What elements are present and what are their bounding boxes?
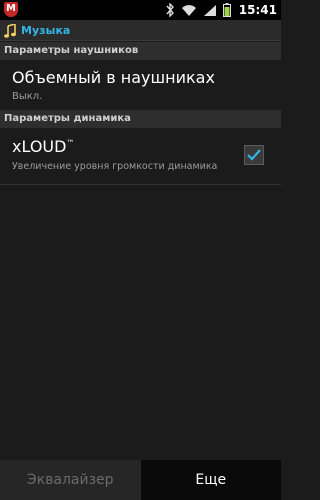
section-header-speaker: Параметры динамика — [0, 110, 281, 128]
xloud-setting[interactable]: xLOUD™ Увеличение уровня громкости динам… — [0, 128, 281, 184]
equalizer-button[interactable]: Эквалайзер — [0, 460, 141, 500]
setting-title: xLOUD™ — [12, 137, 75, 156]
battery-icon — [222, 3, 231, 17]
mcafee-icon: M — [4, 2, 18, 17]
xloud-checkbox[interactable] — [244, 145, 264, 165]
wifi-icon — [181, 4, 197, 17]
music-note-icon[interactable] — [4, 22, 16, 38]
setting-summary: Выкл. — [12, 91, 43, 102]
bluetooth-icon — [165, 3, 175, 17]
setting-summary: Увеличение уровня громкости динамика — [12, 161, 218, 172]
action-bar: Музыка — [0, 20, 281, 41]
status-bar: M 15:41 — [0, 0, 281, 20]
section-header-headphones: Параметры наушников — [0, 42, 281, 60]
bottom-bar: Эквалайзер Еще — [0, 460, 281, 500]
clock: 15:41 — [238, 3, 277, 17]
signal-icon — [203, 4, 217, 17]
setting-title: Объемный в наушниках — [12, 68, 215, 87]
app-title: Музыка — [21, 23, 71, 37]
divider — [0, 184, 281, 185]
surround-headphones-setting[interactable]: Объемный в наушниках Выкл. — [0, 60, 281, 110]
trademark-symbol: ™ — [66, 138, 75, 148]
more-button[interactable]: Еще — [141, 460, 282, 500]
checkmark-icon — [247, 149, 261, 161]
